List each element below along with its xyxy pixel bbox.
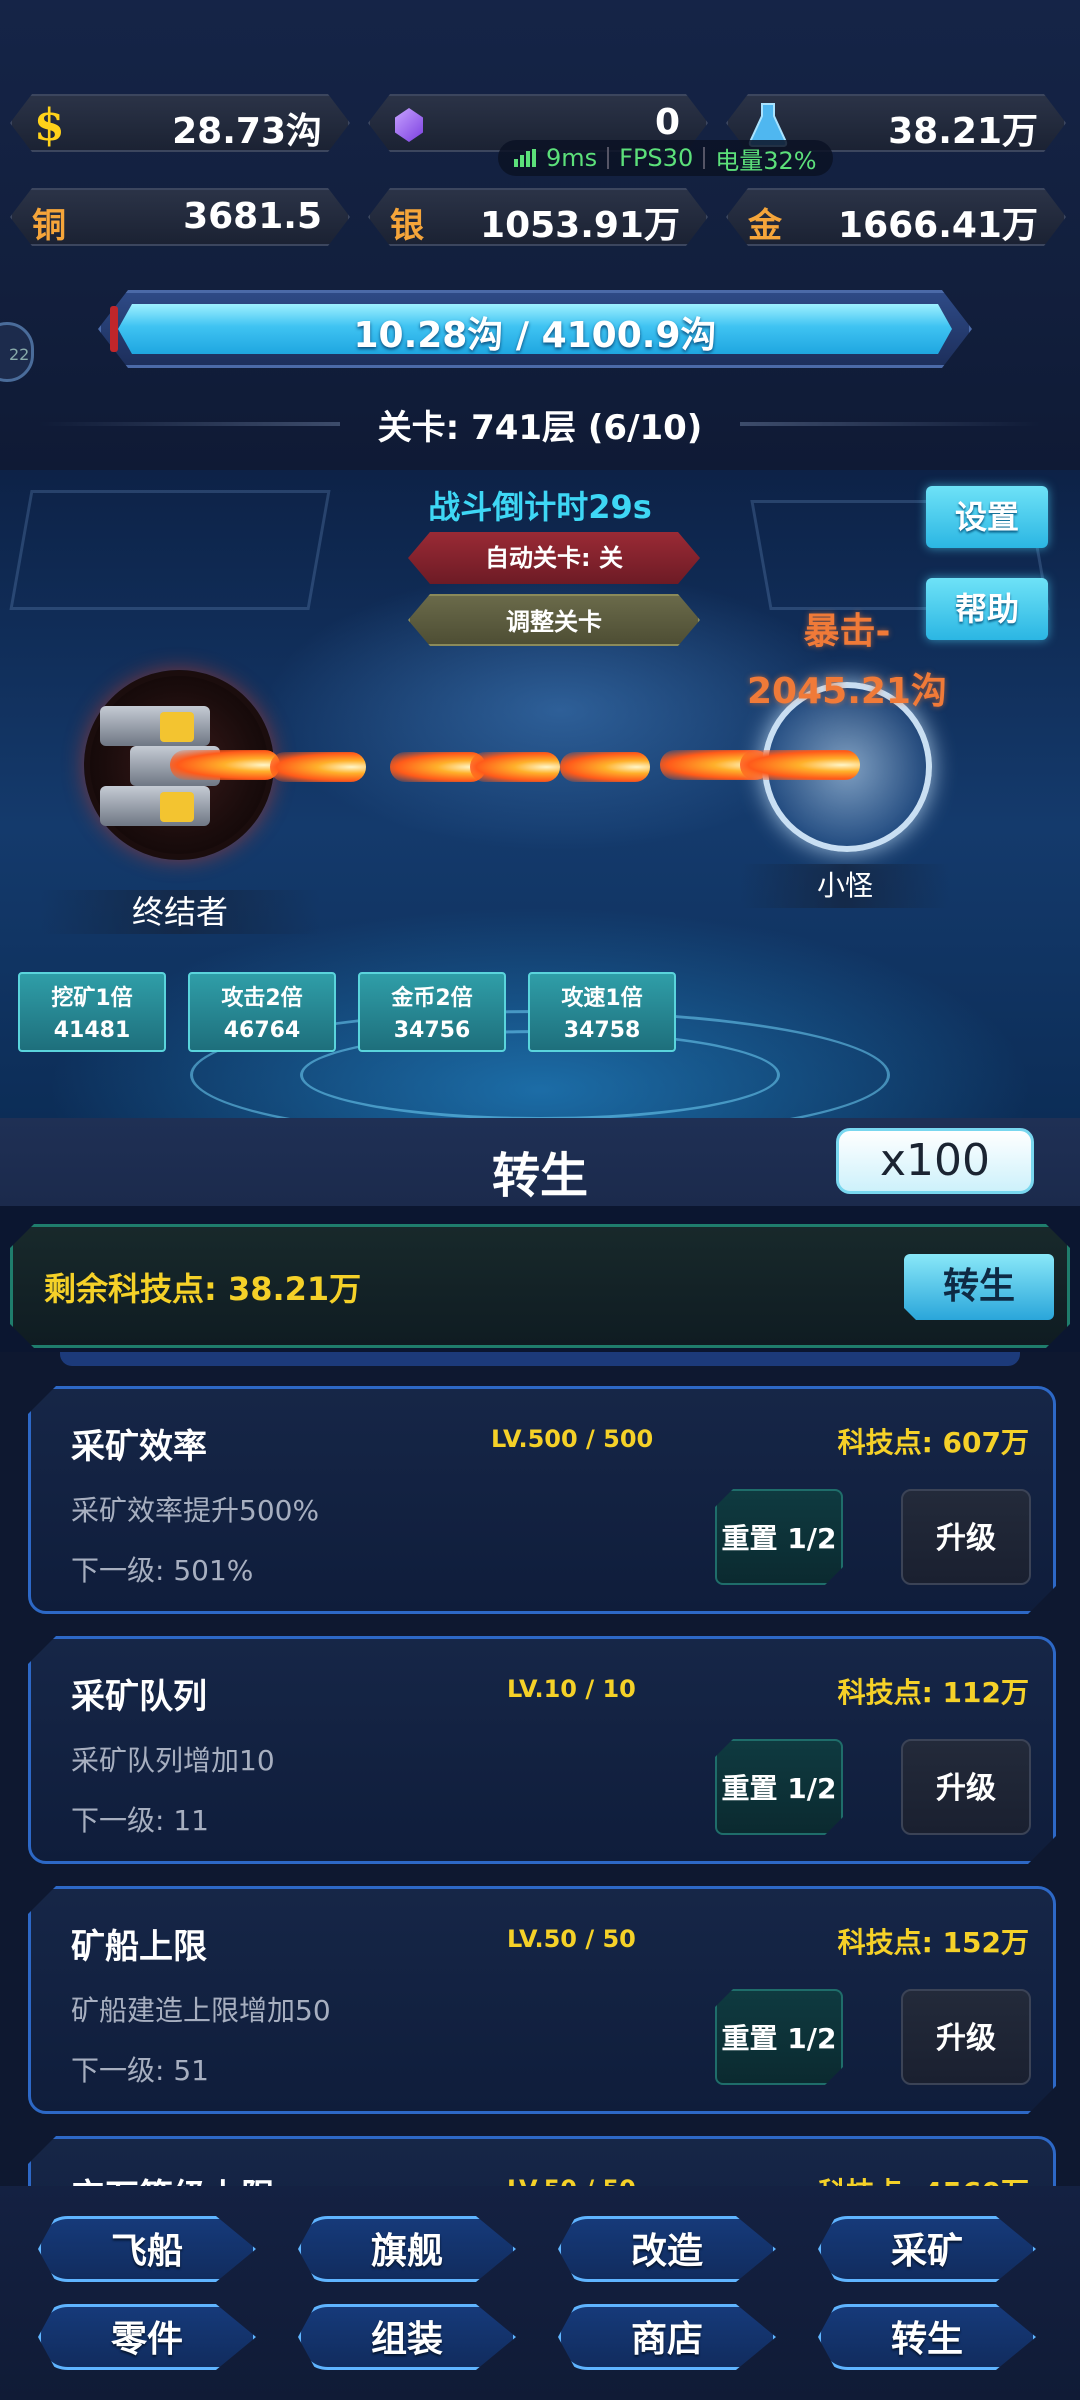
upgrade-title: 宝石等级上限 [71,2169,275,2186]
silver-label: 银 [390,206,424,246]
buff-value: 41481 [53,1018,131,1043]
upgrade-level: LV.50 / 50 [507,2175,636,2186]
side-menu-bubble[interactable]: 22 [0,322,34,382]
divider [703,147,706,169]
reset-button[interactable]: 重置 1/2 [715,1739,843,1835]
buff-title: 金币2倍 [391,986,473,1011]
upgrade-title: 采矿队列 [71,1677,207,1717]
upgrade-title: 矿船上限 [71,1927,207,1967]
upgrade-button[interactable]: 升级 [901,1739,1031,1835]
nav-parts[interactable]: 零件 [38,2304,256,2370]
upgrade-button[interactable]: 升级 [901,1489,1031,1585]
projectile [270,752,366,782]
upgrade-next-level: 下一级: 11 [71,1804,209,1837]
money-value: 28.73沟 [172,111,322,152]
upgrade-level: LV.50 / 50 [507,1925,636,1953]
divider [607,147,610,169]
money-counter: $ 28.73沟 [10,94,350,152]
enemy-name: 小怪 [740,864,950,908]
top-resource-area: $ 28.73沟 0 38.21万 9ms FPS30 电量32% 铜 3681… [0,0,1080,470]
buff-value: 34756 [393,1018,471,1043]
copper-counter: 铜 3681.5 [10,188,350,246]
auto-stage-toggle[interactable]: 自动关卡: 关 [408,532,700,584]
silver-counter: 银 1053.91万 [368,188,708,246]
gem-icon [395,108,423,142]
critical-hit-text: 暴击- 2045.21沟 [747,611,947,712]
gold-counter: 金 1666.41万 [726,188,1066,246]
upgrade-next-level: 下一级: 501% [71,1554,254,1587]
gold-label: 金 [748,206,782,246]
bottom-nav: 飞船 旗舰 改造 采矿 零件 组装 商店 转生 [0,2186,1080,2400]
buff-title: 攻速1倍 [561,986,643,1011]
battle-scene: 战斗倒计时29s 自动关卡: 关 调整关卡 设置 帮助 暴击- 2045.21沟… [0,470,1080,1118]
projectile [470,752,560,782]
upgrade-title: 采矿效率 [71,1427,207,1467]
upgrade-cost: 科技点: 112万 [837,1676,1029,1709]
nav-flagship[interactable]: 旗舰 [298,2216,516,2282]
battery-text: 电量32% [715,146,817,175]
adjust-stage-button[interactable]: 调整关卡 [408,594,700,646]
buff-title: 攻击2倍 [221,986,303,1011]
gold-value: 1666.41万 [838,205,1038,246]
upgrade-card: 宝石等级上限 LV.50 / 50 科技点: 4560万 [28,2136,1056,2186]
ship-core [160,792,194,822]
dollar-icon: $ [34,100,65,151]
buff-card: 挖矿1倍 41481 [18,972,166,1052]
stage-label: 关卡: 741层 (6/10) [377,408,703,448]
tech-point-value: 38.21万 [888,111,1038,152]
reset-button[interactable]: 重置 1/2 [715,1489,843,1585]
upgrade-description: 采矿队列增加10 [71,1744,275,1777]
projectile [560,752,650,782]
multiplier-button[interactable]: x100 [836,1128,1034,1194]
upgrade-cost: 科技点: 152万 [837,1926,1029,1959]
buff-value: 34758 [563,1018,641,1043]
device-status-bar: 9ms FPS30 电量32% [498,140,833,176]
upgrade-level: LV.500 / 500 [491,1425,654,1453]
upgrade-next-level: 下一级: 51 [71,2054,209,2087]
nav-shop[interactable]: 商店 [558,2304,776,2370]
upgrade-card: 矿船上限 LV.50 / 50 科技点: 152万 矿船建造上限增加50 下一级… [28,1886,1056,2114]
nav-rebirth[interactable]: 转生 [818,2304,1036,2370]
buff-card: 攻击2倍 46764 [188,972,336,1052]
fps-text: FPS30 [619,144,694,172]
gem-value: 0 [654,102,680,143]
reset-button[interactable]: 重置 1/2 [715,1989,843,2085]
buff-card: 攻速1倍 34758 [528,972,676,1052]
remaining-tech-points: 剩余科技点: 38.21万 [44,1270,362,1308]
nav-mining[interactable]: 采矿 [818,2216,1036,2282]
ping-text: 9ms [546,144,598,172]
upgrade-button[interactable]: 升级 [901,1989,1031,2085]
projectile [170,750,280,780]
buff-value: 46764 [223,1018,301,1043]
upgrade-cost: 科技点: 4560万 [818,2171,1029,2186]
upgrade-cost: 科技点: 607万 [837,1426,1029,1459]
nav-modify[interactable]: 改造 [558,2216,776,2282]
upgrade-card: 采矿队列 LV.10 / 10 科技点: 112万 采矿队列增加10 下一级: … [28,1636,1056,1864]
battle-countdown: 战斗倒计时29s [428,488,652,526]
upgrade-description: 矿船建造上限增加50 [71,1994,331,2027]
projectile [740,750,860,780]
copper-label: 铜 [32,206,66,246]
settings-button[interactable]: 设置 [926,486,1048,548]
nav-assemble[interactable]: 组装 [298,2304,516,2370]
buff-card: 金币2倍 34756 [358,972,506,1052]
hp-bar-text: 10.28沟 / 4100.9沟 [353,315,717,356]
copper-value: 3681.5 [183,196,322,237]
ship-core [160,712,194,742]
upgrade-description: 采矿效率提升500% [71,1494,320,1527]
signal-icon [514,149,536,167]
nav-ships[interactable]: 飞船 [38,2216,256,2282]
player-name: 终结者 [40,890,320,934]
rebirth-button[interactable]: 转生 [904,1254,1054,1320]
silver-value: 1053.91万 [480,205,680,246]
buff-title: 挖矿1倍 [51,986,133,1011]
upgrade-level: LV.10 / 10 [507,1675,636,1703]
list-top-edge [60,1352,1020,1366]
upgrade-list[interactable]: 采矿效率 LV.500 / 500 科技点: 607万 采矿效率提升500% 下… [0,1352,1080,2186]
upgrade-card: 采矿效率 LV.500 / 500 科技点: 607万 采矿效率提升500% 下… [28,1386,1056,1614]
